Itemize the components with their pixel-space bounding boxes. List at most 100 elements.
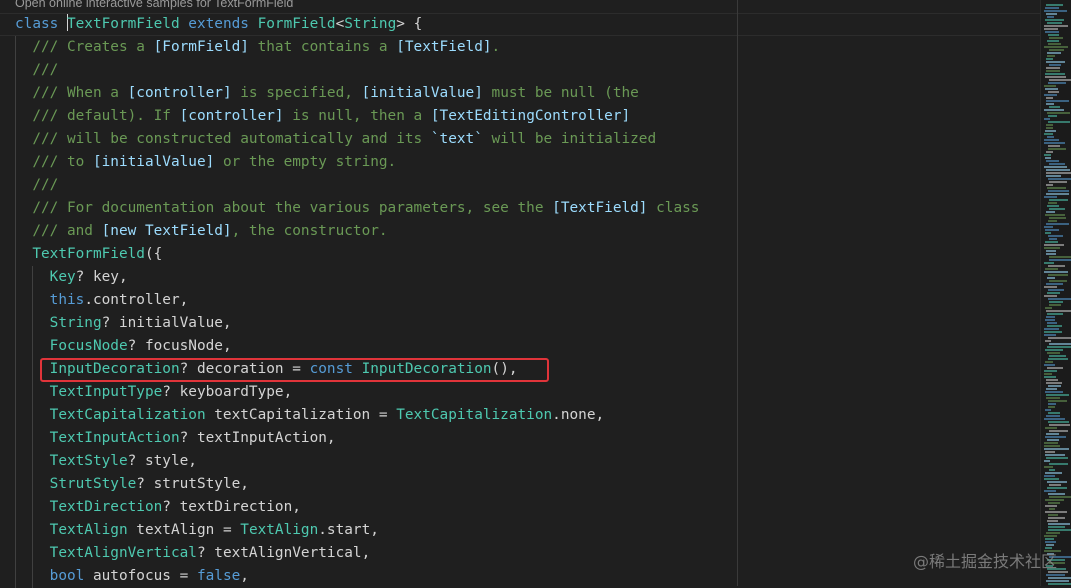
minimap-line <box>1049 304 1061 306</box>
code-line[interactable]: TextAlignVertical? textAlignVertical, <box>0 542 1040 565</box>
code-line[interactable]: TextStyle? style, <box>0 450 1040 473</box>
minimap-line <box>1049 496 1071 498</box>
minimap-line <box>1048 115 1057 117</box>
code-token: .start, <box>318 522 379 538</box>
indent-guide <box>32 427 34 450</box>
indent-guide <box>15 335 16 358</box>
code-line[interactable]: this.controller, <box>0 289 1040 312</box>
code-token: ? textInputAction, <box>179 430 336 446</box>
code-line[interactable]: TextDirection? textDirection, <box>0 496 1040 519</box>
code-line[interactable]: /// will be constructed automatically an… <box>0 128 1040 151</box>
minimap-line <box>1048 406 1055 408</box>
code-token: is null, then a <box>283 108 431 124</box>
minimap-line <box>1045 349 1063 351</box>
minimap-line <box>1044 262 1054 264</box>
minimap-line <box>1046 250 1056 252</box>
minimap-line <box>1044 460 1050 462</box>
code-token: autofocus = <box>84 568 197 584</box>
minimap-line <box>1044 133 1053 135</box>
code-line[interactable]: String? initialValue, <box>0 312 1040 335</box>
code-line[interactable]: Key? key, <box>0 266 1040 289</box>
indent-guide <box>15 151 16 174</box>
indent-guide <box>32 312 34 335</box>
code-line[interactable]: TextAlign textAlign = TextAlign.start, <box>0 519 1040 542</box>
minimap-line <box>1044 118 1050 120</box>
minimap-line <box>1045 505 1057 507</box>
minimap-line <box>1044 466 1053 468</box>
codelens-link[interactable]: Open online interactive samples for Text… <box>15 0 293 10</box>
indent-guide <box>32 404 34 427</box>
minimap-line <box>1049 217 1066 219</box>
minimap-line <box>1045 214 1065 216</box>
minimap-line <box>1044 334 1056 336</box>
code-line[interactable]: /// Creates a [FormField] that contains … <box>0 36 1040 59</box>
indent-guide <box>15 565 16 588</box>
minimap-line <box>1048 403 1056 405</box>
indent-guide <box>15 266 16 289</box>
indent-guide <box>32 381 34 404</box>
indent-guide <box>15 427 16 450</box>
code-line[interactable]: /// <box>0 59 1040 82</box>
code-token: Key <box>49 269 76 285</box>
minimap-line <box>1046 397 1060 399</box>
indent-guide <box>15 496 16 519</box>
indent-guide <box>32 335 34 358</box>
code-token: /// For documentation about the various … <box>32 200 553 216</box>
code-line[interactable]: StrutStyle? strutStyle, <box>0 473 1040 496</box>
minimap-line <box>1044 94 1057 96</box>
minimap-line <box>1046 13 1057 15</box>
minimap-line <box>1046 379 1058 381</box>
minimap-line <box>1044 139 1059 141</box>
code-editor[interactable]: Open online interactive samples for Text… <box>0 0 1040 588</box>
minimap-line <box>1047 22 1062 24</box>
code-token: TextCapitalization <box>49 407 206 423</box>
code-line[interactable]: /// and [new TextField], the constructor… <box>0 220 1040 243</box>
minimap-line <box>1046 316 1055 318</box>
minimap-line <box>1048 421 1069 423</box>
code-line[interactable]: /// For documentation about the various … <box>0 197 1040 220</box>
minimap-line <box>1045 454 1065 456</box>
minimap-line <box>1044 25 1068 27</box>
code-line[interactable]: TextFormField({ <box>0 243 1040 266</box>
code-line[interactable]: TextInputAction? textInputAction, <box>0 427 1040 450</box>
minimap-line <box>1049 469 1055 471</box>
minimap-line <box>1048 178 1071 180</box>
minimap-line <box>1044 442 1058 444</box>
indent-guide <box>15 289 16 312</box>
minimap-line <box>1048 358 1068 360</box>
minimap-line <box>1046 223 1069 225</box>
code-line[interactable]: bool autofocus = false, <box>0 565 1040 588</box>
minimap-line <box>1047 352 1060 354</box>
minimap-line <box>1045 409 1051 411</box>
minimap-line <box>1046 574 1065 576</box>
minimap-line <box>1049 280 1067 282</box>
code-token: `text` <box>430 131 483 147</box>
minimap-line <box>1046 169 1070 171</box>
code-token: FocusNode <box>49 338 128 354</box>
minimap[interactable] <box>1040 0 1071 586</box>
minimap-line <box>1049 463 1068 465</box>
minimap-line <box>1049 355 1066 357</box>
code-lines[interactable]: class TextFormField extends FormField<St… <box>0 13 1040 588</box>
code-line[interactable]: /// When a [controller] is specified, [i… <box>0 82 1040 105</box>
minimap-line <box>1046 283 1063 285</box>
code-token: [controller] <box>127 85 232 101</box>
code-token: bool <box>49 568 85 584</box>
code-line[interactable]: /// default). If [controller] is null, t… <box>0 105 1040 128</box>
minimap-line <box>1044 475 1055 477</box>
code-token: TextInputType <box>49 384 163 400</box>
minimap-line <box>1047 16 1054 18</box>
code-line[interactable]: /// <box>0 174 1040 197</box>
code-line[interactable]: FocusNode? focusNode, <box>0 335 1040 358</box>
minimap-line <box>1049 259 1071 261</box>
minimap-line <box>1048 190 1069 192</box>
code-token: ? textDirection, <box>162 499 301 515</box>
minimap-line <box>1046 211 1055 213</box>
code-token: extends <box>179 16 258 32</box>
code-line[interactable]: TextCapitalization textCapitalization = … <box>0 404 1040 427</box>
code-line[interactable]: class TextFormField extends FormField<St… <box>0 13 1040 36</box>
code-line[interactable]: TextInputType? keyboardType, <box>0 381 1040 404</box>
code-line[interactable]: /// to [initialValue] or the empty strin… <box>0 151 1040 174</box>
minimap-line <box>1048 526 1065 528</box>
minimap-line <box>1044 490 1056 492</box>
